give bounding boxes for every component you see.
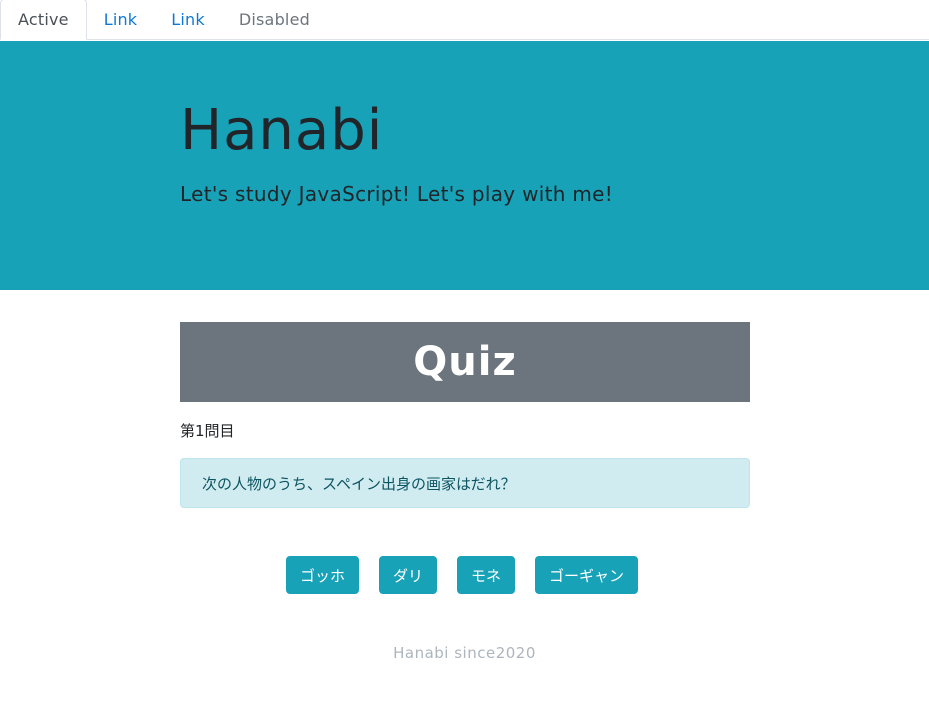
tab-link-2[interactable]: Link	[154, 0, 222, 39]
tab-disabled: Disabled	[238, 9, 310, 29]
lead-text: Let's study JavaScript! Let's play with …	[180, 182, 614, 206]
answer-button-2[interactable]: ダリ	[378, 556, 437, 594]
page-title: Hanabi	[180, 98, 384, 163]
quiz-header: Quiz	[180, 322, 750, 402]
nav-tabs: Active Link Link Disabled	[0, 0, 929, 40]
answer-button-1[interactable]: ゴッホ	[285, 556, 359, 594]
tab-active[interactable]: Active	[0, 0, 87, 40]
footer-text: Hanabi since2020	[393, 644, 536, 662]
answer-buttons: ゴッホ ダリ モネ ゴーギャン	[0, 556, 929, 594]
footer: Hanabi since2020	[0, 644, 929, 662]
question-text: 次の人物のうち、スペイン出身の画家はだれ？	[202, 474, 516, 493]
jumbotron: Hanabi Let's study JavaScript! Let's pla…	[0, 41, 929, 290]
tab-link-1[interactable]: Link	[87, 0, 155, 39]
quiz-title: Quiz	[413, 339, 517, 385]
answer-button-4[interactable]: ゴーギャン	[535, 556, 639, 594]
answer-button-3[interactable]: モネ	[457, 556, 516, 594]
question-alert: 次の人物のうち、スペイン出身の画家はだれ？	[180, 458, 750, 508]
question-number: 第1問目	[180, 422, 235, 440]
